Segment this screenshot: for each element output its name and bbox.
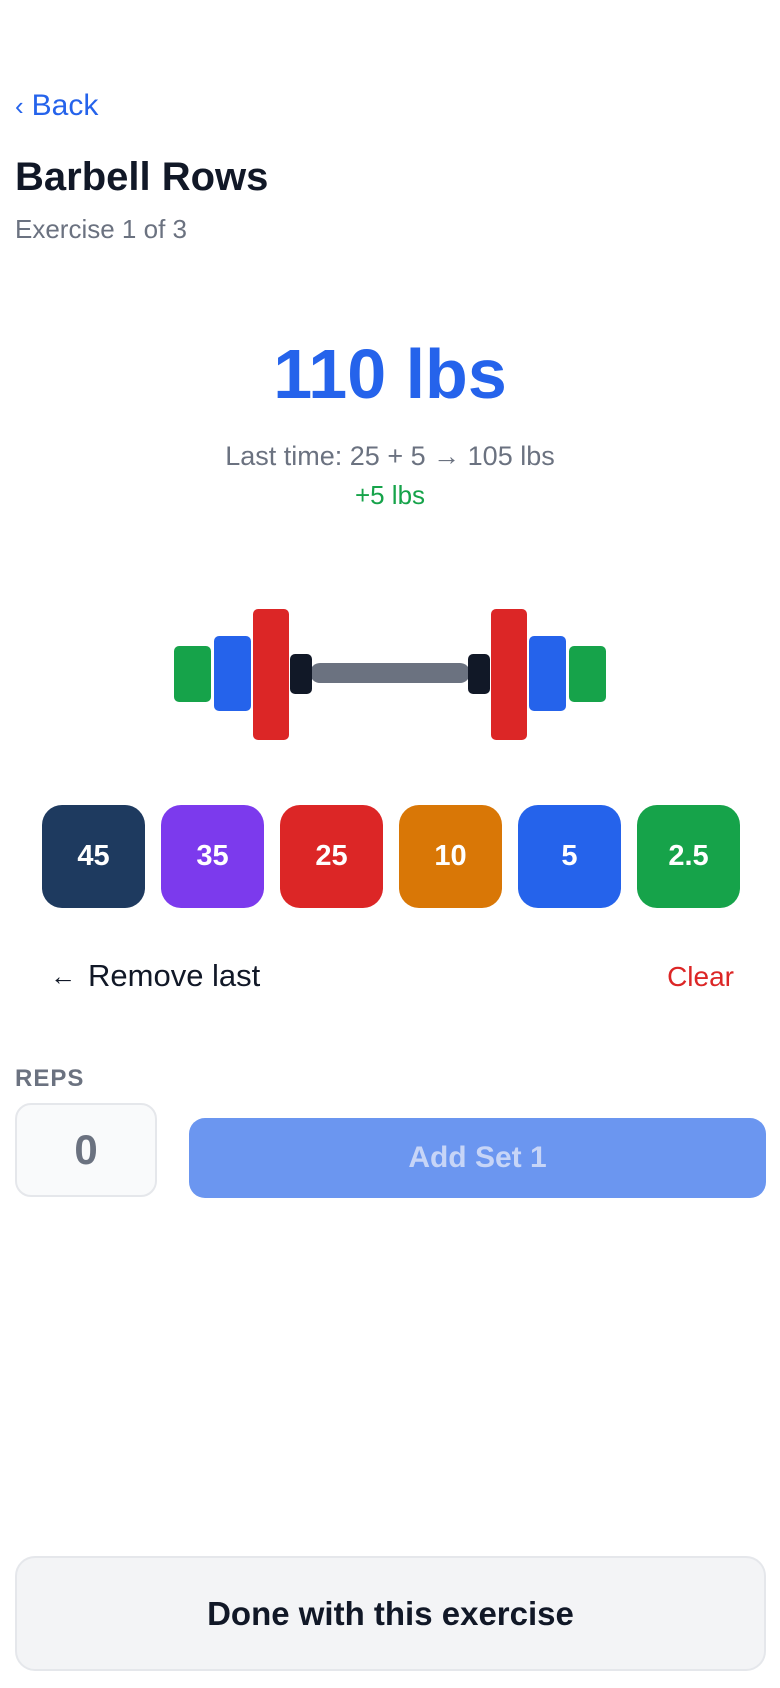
remove-last-button[interactable]: ← Remove last <box>50 956 260 996</box>
last-time-prefix: Last time: 25 + 5 <box>225 441 426 471</box>
last-time-total: 105 lbs <box>467 441 555 471</box>
last-time-summary: Last time: 25 + 5 → 105 lbs <box>0 438 780 474</box>
plate-45-button[interactable]: 45 <box>42 805 145 908</box>
plate-25-button[interactable]: 25 <box>280 805 383 908</box>
right-arrow-icon: → <box>433 441 461 471</box>
plate-selector: 45 35 25 10 5 2.5 <box>42 805 740 908</box>
reps-input[interactable]: 0 <box>15 1103 157 1197</box>
left-plate-5 <box>214 636 251 711</box>
right-collar <box>468 654 490 694</box>
add-set-button[interactable]: Add Set 1 <box>189 1118 766 1198</box>
left-collar <box>290 654 312 694</box>
arrow-left-icon: ← <box>50 961 76 991</box>
right-plate-25 <box>491 609 527 740</box>
current-weight: 110 lbs <box>273 335 507 413</box>
exercise-title: Barbell Rows <box>15 155 269 199</box>
right-plate-5 <box>529 636 566 711</box>
back-label: Back <box>31 89 99 122</box>
plate-35-button[interactable]: 35 <box>161 805 264 908</box>
weight-delta: +5 lbs <box>354 480 426 510</box>
exercise-progress: Exercise 1 of 3 <box>15 214 187 244</box>
chevron-left-icon: ‹ <box>15 91 24 121</box>
reps-label: REPS <box>15 1065 85 1092</box>
plate-2-5-button[interactable]: 2.5 <box>637 805 740 908</box>
right-plate-2-5 <box>569 646 606 702</box>
remove-last-label: Remove last <box>88 958 261 993</box>
plate-5-button[interactable]: 5 <box>518 805 621 908</box>
exercise-screen: ‹ Back Barbell Rows Exercise 1 of 3 110 … <box>0 0 780 1688</box>
bar-shaft <box>310 663 470 683</box>
back-button[interactable]: ‹ Back <box>15 86 98 126</box>
left-plate-25 <box>253 609 289 740</box>
left-plate-2-5 <box>174 646 211 702</box>
done-exercise-button[interactable]: Done with this exercise <box>15 1556 766 1671</box>
plate-10-button[interactable]: 10 <box>399 805 502 908</box>
clear-button[interactable]: Clear <box>667 958 734 996</box>
